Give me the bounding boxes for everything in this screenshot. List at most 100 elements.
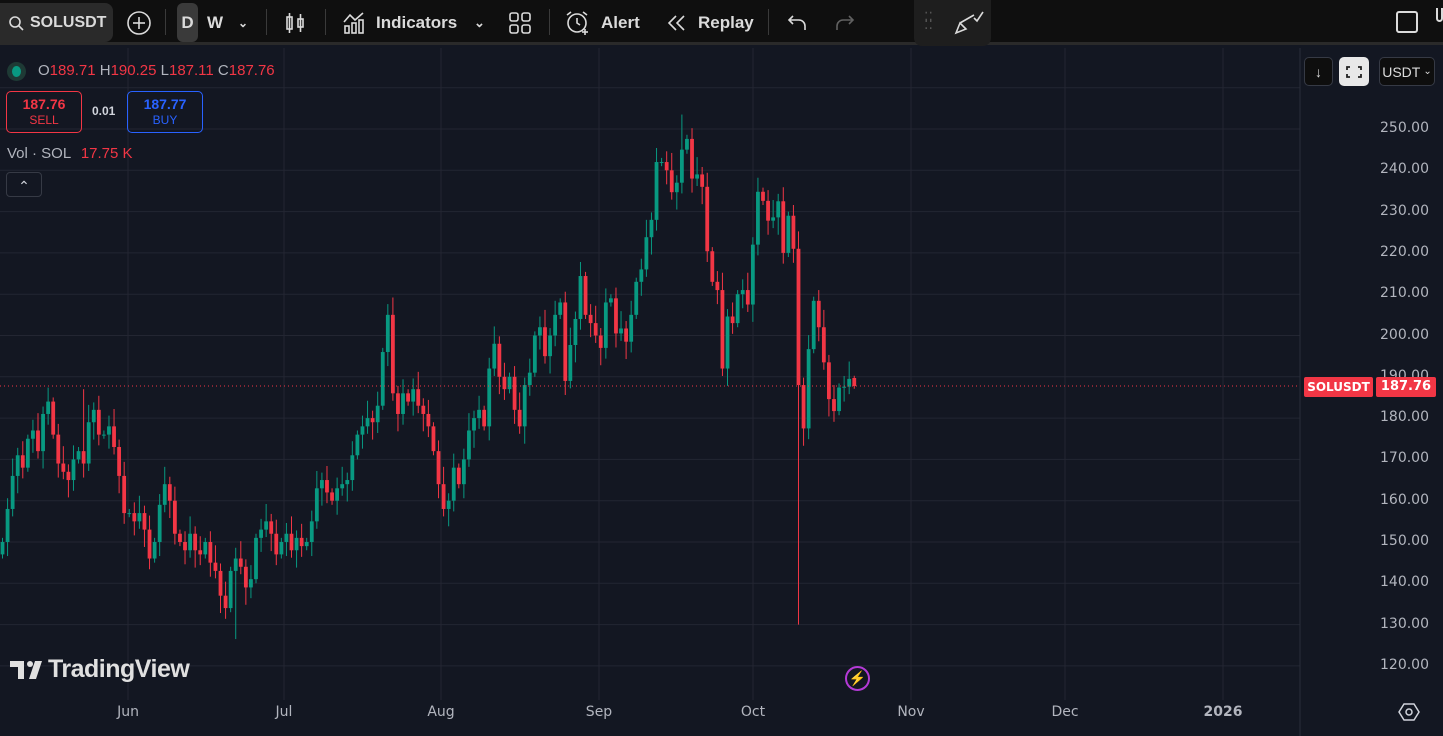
candle-body bbox=[345, 480, 350, 485]
price-tick-label: 140.00 bbox=[1380, 574, 1429, 591]
candle-body bbox=[0, 542, 5, 555]
time-tick-label: 2026 bbox=[1203, 704, 1243, 720]
candle-body bbox=[781, 201, 786, 253]
candle-body bbox=[451, 467, 456, 501]
candle-body bbox=[679, 149, 684, 183]
candle-body bbox=[122, 475, 127, 514]
price-tick-label: 200.00 bbox=[1380, 326, 1429, 343]
candle-body bbox=[335, 488, 340, 501]
candle-body bbox=[61, 463, 66, 472]
candle-body bbox=[259, 529, 263, 538]
candlestick-chart[interactable] bbox=[0, 0, 1443, 736]
time-tick-label: Jul bbox=[275, 704, 293, 720]
candle-body bbox=[492, 343, 497, 369]
chevron-down-icon: ⌄ bbox=[1423, 66, 1432, 77]
candle-body bbox=[269, 521, 274, 534]
candle-body bbox=[96, 409, 101, 435]
candle-body bbox=[198, 550, 203, 555]
candle-body bbox=[380, 352, 385, 406]
candle-body bbox=[487, 368, 492, 427]
candle-body bbox=[365, 418, 370, 427]
scroll-to-latest-button[interactable]: ↓ bbox=[1304, 57, 1333, 86]
candle-body bbox=[538, 327, 542, 336]
candle-body bbox=[304, 542, 309, 547]
candle-body bbox=[152, 542, 157, 559]
candle-body bbox=[766, 200, 770, 221]
tradingview-logo-icon bbox=[10, 660, 42, 679]
candle-body bbox=[5, 508, 10, 542]
candle-body bbox=[172, 500, 177, 534]
lightning-events-icon[interactable]: ⚡ bbox=[845, 666, 870, 691]
candle-body bbox=[284, 533, 289, 542]
price-tick-label: 220.00 bbox=[1380, 243, 1429, 260]
candle-body bbox=[117, 447, 122, 476]
time-tick-label: Aug bbox=[427, 704, 455, 720]
candle-body bbox=[112, 426, 116, 448]
sell-button[interactable]: 187.76 SELL bbox=[6, 91, 82, 133]
candle-body bbox=[842, 386, 847, 388]
candle-body bbox=[603, 302, 608, 348]
candle-body bbox=[416, 389, 421, 406]
sell-label: SELL bbox=[29, 113, 59, 127]
candle-body bbox=[639, 269, 644, 282]
collapse-legend-button[interactable]: ⌃ bbox=[6, 172, 42, 197]
candle-body bbox=[137, 513, 142, 522]
candle-body bbox=[76, 451, 81, 460]
currency-dropdown[interactable]: USDT ⌄ bbox=[1379, 57, 1435, 86]
candle-body bbox=[46, 401, 51, 414]
candle-body bbox=[127, 513, 132, 515]
candle-body bbox=[167, 484, 172, 501]
volume-value: 17.75 K bbox=[80, 145, 133, 162]
market-status-icon bbox=[7, 62, 26, 81]
candle-body bbox=[725, 316, 730, 369]
candle-body bbox=[573, 318, 578, 345]
candle-body bbox=[695, 174, 699, 179]
candle-body bbox=[517, 409, 522, 427]
candle-body bbox=[233, 558, 238, 571]
candle-body bbox=[756, 191, 760, 245]
candle-body bbox=[527, 372, 532, 386]
candle-body bbox=[213, 562, 218, 571]
candle-body bbox=[786, 215, 791, 253]
candle-body bbox=[710, 251, 715, 282]
candle-body bbox=[340, 484, 345, 489]
time-tick-label: Sep bbox=[585, 704, 613, 720]
tradingview-wordmark: TradingView bbox=[48, 655, 190, 683]
candle-body bbox=[289, 533, 294, 551]
high-label: H bbox=[99, 62, 111, 79]
candle-body bbox=[396, 393, 400, 414]
candle-body bbox=[821, 327, 826, 363]
candle-body bbox=[659, 162, 664, 164]
candle-body bbox=[532, 335, 537, 373]
candle-body bbox=[102, 434, 106, 436]
candle-body bbox=[796, 248, 801, 386]
candle-body bbox=[837, 387, 841, 412]
candle-body bbox=[811, 300, 816, 350]
candle-body bbox=[254, 537, 258, 580]
tradingview-logo[interactable]: TradingView bbox=[10, 655, 190, 684]
candle-body bbox=[588, 314, 593, 324]
auto-scale-button[interactable] bbox=[1339, 57, 1369, 86]
price-tick-label: 170.00 bbox=[1380, 450, 1429, 467]
candle-body bbox=[264, 521, 269, 530]
candle-body bbox=[669, 170, 674, 193]
candle-body bbox=[735, 294, 740, 324]
candle-body bbox=[243, 566, 248, 588]
settings-hexagon-icon[interactable] bbox=[1398, 703, 1420, 726]
candle-body bbox=[522, 385, 527, 427]
candle-body bbox=[426, 413, 431, 427]
candle-body bbox=[745, 290, 750, 305]
candle-body bbox=[162, 484, 167, 505]
time-tick-label: Nov bbox=[897, 704, 925, 720]
candle-body bbox=[705, 186, 710, 252]
last-price-tag: 187.76 bbox=[1376, 377, 1436, 397]
candle-body bbox=[685, 138, 689, 150]
time-tick-label: Jun bbox=[117, 704, 139, 720]
candle-body bbox=[847, 378, 852, 387]
candle-body bbox=[593, 323, 598, 336]
buy-button[interactable]: 187.77 BUY bbox=[127, 91, 203, 133]
open-label: O bbox=[38, 62, 50, 79]
currency-label: USDT bbox=[1382, 63, 1421, 80]
price-tick-label: 230.00 bbox=[1380, 202, 1429, 219]
candle-body bbox=[183, 542, 187, 551]
